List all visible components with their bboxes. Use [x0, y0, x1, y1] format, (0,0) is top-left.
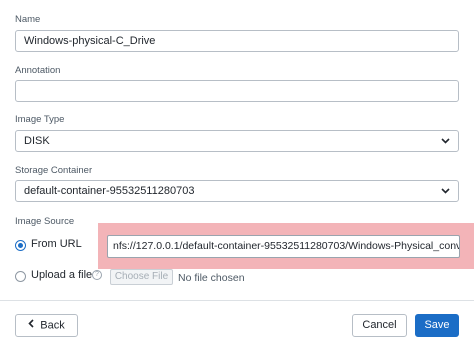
storage-container-select[interactable]: default-container-95532511280703: [15, 180, 459, 202]
choose-file-button: Choose File: [110, 269, 173, 285]
url-input[interactable]: nfs://127.0.0.1/default-container-955325…: [107, 235, 460, 258]
file-status-text: No file chosen: [178, 272, 245, 284]
chevron-left-icon: [28, 315, 34, 336]
image-source-label: Image Source: [15, 216, 75, 227]
upload-file-label[interactable]: Upload a file: [31, 269, 92, 281]
save-button[interactable]: Save: [415, 314, 459, 337]
name-input[interactable]: Windows-physical-C_Drive: [15, 30, 459, 52]
image-form-dialog: Name Windows-physical-C_Drive Annotation…: [0, 0, 474, 348]
cancel-button[interactable]: Cancel: [352, 314, 407, 337]
from-url-radio[interactable]: [15, 240, 26, 251]
image-type-select[interactable]: DISK: [15, 130, 459, 152]
annotation-input[interactable]: [15, 80, 459, 102]
chevron-down-icon: [441, 131, 450, 151]
image-type-value: DISK: [24, 135, 50, 147]
footer-divider: [0, 300, 474, 301]
chevron-down-icon: [441, 181, 450, 201]
back-button[interactable]: Back: [15, 314, 78, 337]
question-icon[interactable]: ?: [92, 270, 102, 280]
image-type-label: Image Type: [15, 114, 65, 125]
from-url-label[interactable]: From URL: [31, 238, 82, 250]
storage-container-label: Storage Container: [15, 165, 93, 176]
storage-container-value: default-container-95532511280703: [24, 185, 195, 197]
upload-file-radio[interactable]: [15, 271, 26, 282]
name-label: Name: [15, 14, 41, 25]
annotation-label: Annotation: [15, 65, 61, 76]
back-button-label: Back: [40, 319, 65, 332]
